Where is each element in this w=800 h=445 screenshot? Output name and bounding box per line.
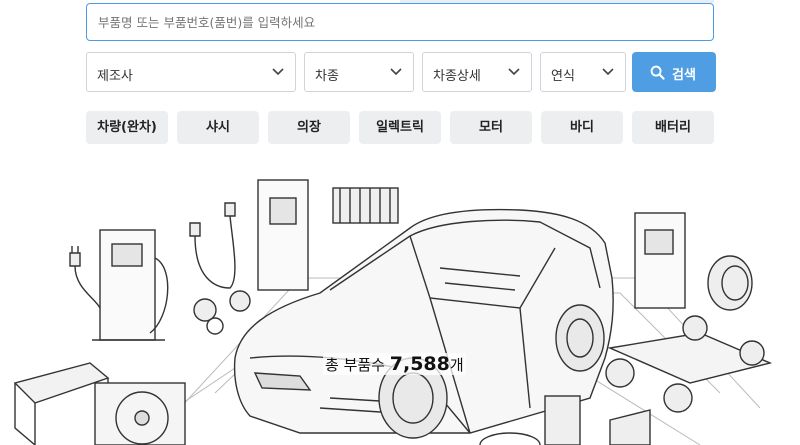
manufacturer-select[interactable]: 제조사 [86,52,296,92]
battery-module-sketch [332,187,399,224]
model-detail-select[interactable]: 차종상세 [422,52,532,92]
wall-charger-sketch [257,179,309,291]
chevron-down-icon [508,68,520,76]
total-parts-count: 총 부품수 7,588개 [323,353,466,375]
total-parts-unit: 개 [449,356,464,374]
manufacturer-select-label: 제조사 [97,69,133,84]
battery-pack-sketch [13,362,110,445]
total-parts-prefix: 총 부품수 [325,356,385,374]
gear-parts-sketch [193,290,251,335]
ev-parts-illustration [13,179,773,445]
total-parts-number: 7,588 [389,353,450,375]
year-select[interactable]: 연식 [540,52,626,92]
charging-station-sketch [92,229,169,341]
search-input[interactable] [86,3,714,41]
year-select-label: 연식 [551,69,575,84]
wheel-sketch [707,255,753,311]
chassis-sketch [605,315,773,413]
chevron-down-icon [390,68,402,76]
search-icon [650,65,665,80]
category-interior[interactable]: 의장 [268,111,350,144]
model-select[interactable]: 차종 [304,52,414,92]
category-battery[interactable]: 배터리 [632,111,714,144]
search-button-label: 검색 [672,68,696,83]
category-electric[interactable]: 일렉트릭 [359,111,441,144]
charging-station-right-sketch [634,212,686,309]
category-motor[interactable]: 모터 [450,111,532,144]
cooling-fan-sketch [94,382,186,445]
model-select-label: 차종 [315,69,339,84]
category-chassis[interactable]: 샤시 [177,111,259,144]
category-body[interactable]: 바디 [541,111,623,144]
category-vehicle[interactable]: 차량(완차) [86,111,168,144]
chevron-down-icon [602,68,614,76]
model-detail-select-label: 차종상세 [433,69,481,84]
chevron-down-icon [272,68,284,76]
search-button[interactable]: 검색 [632,52,716,92]
